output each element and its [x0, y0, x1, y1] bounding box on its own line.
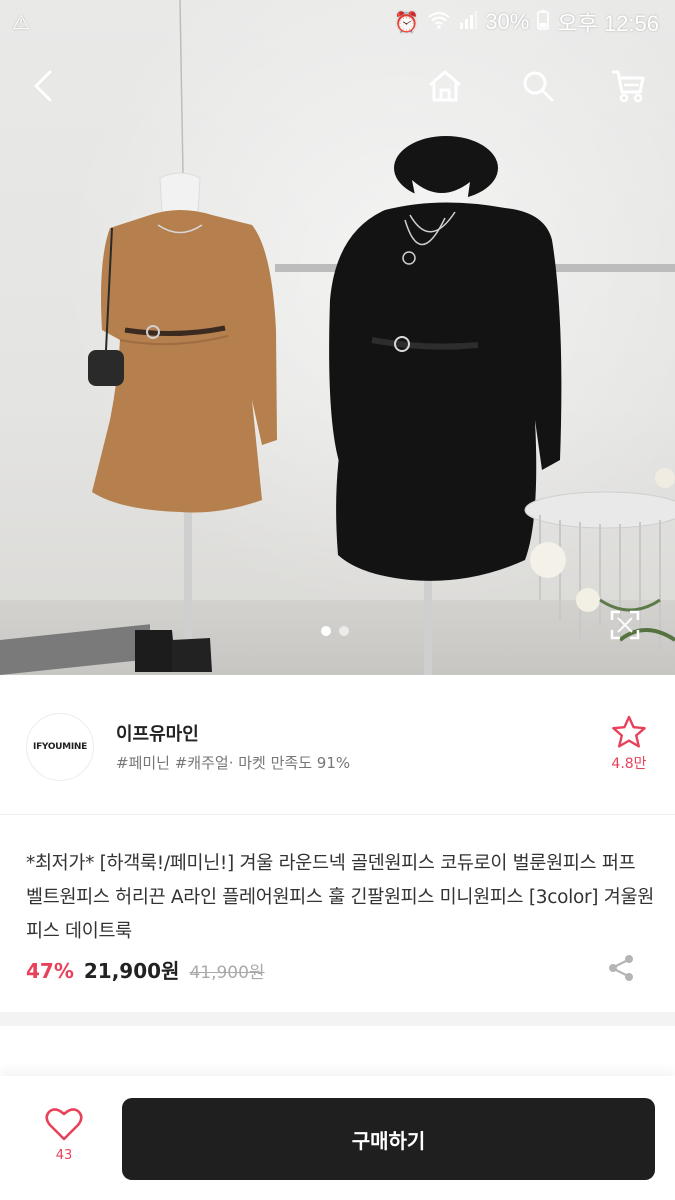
heart-icon: [45, 1108, 83, 1141]
discount-rate: 47%: [26, 959, 74, 983]
clock: 오후 12:56: [557, 11, 659, 36]
signal-icon: [459, 10, 478, 34]
buy-button[interactable]: 구매하기: [122, 1098, 655, 1180]
chevron-left-icon: [34, 70, 52, 102]
shop-name[interactable]: 이프유마인: [116, 720, 199, 746]
mannequin-scene: [88, 0, 675, 675]
home-icon: [429, 70, 461, 102]
search-button[interactable]: [514, 62, 562, 110]
product-photo[interactable]: ⚠ ⏰ 30% 오후 12:56: [0, 0, 675, 675]
original-price: 41,900원: [189, 963, 265, 983]
expand-button[interactable]: [608, 608, 642, 642]
favorite-shop-button[interactable]: 4.8만: [604, 715, 654, 773]
battery-percent: 30%: [485, 9, 530, 34]
share-button[interactable]: [606, 953, 636, 983]
bottom-action-bar: 43 구매하기: [0, 1076, 675, 1200]
warning-icon: ⚠: [12, 10, 30, 34]
home-button[interactable]: [421, 62, 469, 110]
expand-icon: [610, 610, 640, 640]
shop-logo[interactable]: IFYOUMINE: [26, 713, 94, 781]
favorite-shop-count: 4.8만: [611, 756, 647, 772]
star-icon: [612, 715, 646, 748]
gallery-dot[interactable]: [339, 626, 349, 636]
share-icon: [609, 955, 633, 981]
cart-button[interactable]: [604, 62, 652, 110]
gallery-dot-active[interactable]: [321, 626, 331, 636]
shop-tags: #페미닌 #캐주얼· 마켓 만족도 91%: [116, 754, 351, 772]
product-info: *최저가* [하객룩!/페미닌!] 겨울 라운드넥 골덴원피스 코듀로이 벌룬원…: [0, 815, 675, 1013]
price-row: 47% 21,900원 41,900원: [26, 955, 265, 984]
battery-icon: [537, 9, 550, 35]
sale-price: 21,900원: [83, 959, 180, 983]
shop-info[interactable]: IFYOUMINE 이프유마인 #페미닌 #캐주얼· 마켓 만족도 91% 4.…: [0, 675, 675, 815]
status-bar: ⚠ ⏰ 30% 오후 12:56: [0, 0, 675, 44]
like-button[interactable]: 43: [40, 1106, 88, 1163]
alarm-icon: ⏰: [394, 10, 420, 34]
cart-icon: [612, 70, 645, 103]
search-icon: [523, 71, 554, 102]
section-divider: [0, 1012, 675, 1026]
gallery-pagination: [321, 626, 349, 636]
wifi-icon: [427, 10, 451, 35]
shop-logo-text: IFYOUMINE: [33, 742, 87, 752]
product-title: *최저가* [하객룩!/페미닌!] 겨울 라운드넥 골덴원피스 코듀로이 벌룬원…: [26, 853, 654, 942]
back-button[interactable]: [20, 62, 68, 110]
like-count: 43: [55, 1148, 73, 1163]
